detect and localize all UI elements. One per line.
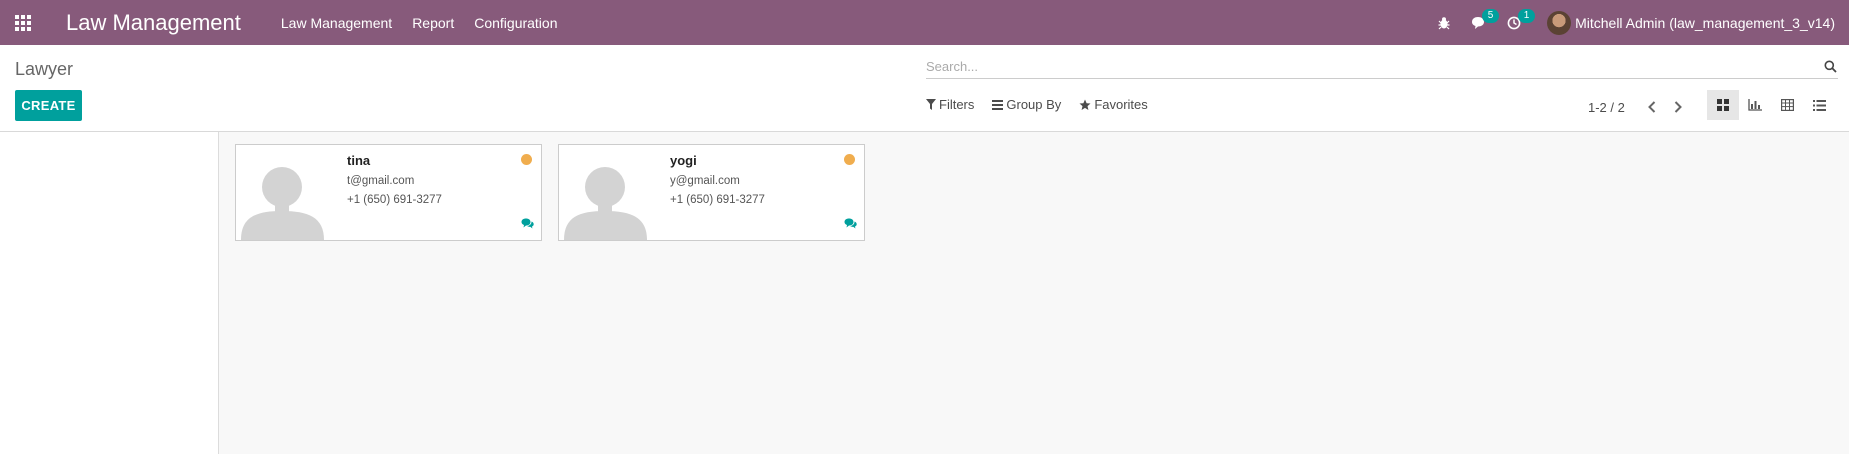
kanban-view-icon[interactable] <box>1707 90 1739 120</box>
view-switcher <box>1707 90 1835 120</box>
search-input[interactable] <box>926 59 1822 74</box>
filters-button[interactable]: Filters <box>926 97 974 112</box>
star-icon <box>1079 99 1091 111</box>
apps-menu-icon[interactable] <box>0 0 46 45</box>
bars-icon <box>992 99 1004 110</box>
kanban-card-lawyer[interactable]: tina t@gmail.com +1 (650) 691-3277 <box>235 144 542 241</box>
search-panel <box>0 132 219 454</box>
activity-menu[interactable]: 1 <box>1507 8 1536 30</box>
status-dot[interactable] <box>844 154 855 165</box>
systray: 5 1 Mitchell Admin (law_management_3_v14… <box>1427 0 1849 45</box>
menu-law-management[interactable]: Law Management <box>281 15 392 31</box>
list-view-icon[interactable] <box>1803 90 1835 120</box>
lawyer-name: yogi <box>670 153 697 168</box>
graph-view-icon[interactable] <box>1739 90 1771 120</box>
status-dot[interactable] <box>521 154 532 165</box>
placeholder-avatar-image <box>559 145 660 240</box>
pager-next-icon[interactable] <box>1665 97 1691 117</box>
page-title: Lawyer <box>15 59 74 79</box>
control-panel: Lawyer CREATE Filters Group By Favorites… <box>0 45 1849 132</box>
lawyer-phone: +1 (650) 691-3277 <box>347 194 442 206</box>
app-brand[interactable]: Law Management <box>66 10 241 36</box>
chat-icon[interactable] <box>521 218 534 229</box>
lawyer-email: y@gmail.com <box>670 175 740 187</box>
user-avatar <box>1547 10 1572 35</box>
group-by-label: Group By <box>1006 97 1062 112</box>
menu-report[interactable]: Report <box>412 15 454 31</box>
user-name: Mitchell Admin (law_management_3_v14) <box>1575 14 1835 31</box>
user-menu[interactable]: Mitchell Admin (law_management_3_v14) <box>1547 10 1835 35</box>
lawyer-email: t@gmail.com <box>347 175 415 187</box>
filters-label: Filters <box>939 97 975 112</box>
menu-configuration[interactable]: Configuration <box>474 15 557 31</box>
messaging-menu[interactable]: 5 <box>1471 8 1500 30</box>
lawyer-phone: +1 (650) 691-3277 <box>670 194 765 206</box>
placeholder-avatar-image <box>236 145 337 240</box>
create-button[interactable]: CREATE <box>15 90 82 121</box>
top-navbar: Law Management Law Management Report Con… <box>0 0 1849 45</box>
favorites-button[interactable]: Favorites <box>1079 97 1148 112</box>
pager: 1-2 / 2 <box>1588 97 1691 117</box>
pivot-view-icon[interactable] <box>1771 90 1803 120</box>
kanban-view: tina t@gmail.com +1 (650) 691-3277 yogi … <box>219 132 1849 454</box>
chat-icon[interactable] <box>844 218 857 229</box>
kanban-card-lawyer[interactable]: yogi y@gmail.com +1 (650) 691-3277 <box>558 144 865 241</box>
search-bar <box>926 55 1838 79</box>
pager-value[interactable]: 1-2 / 2 <box>1588 100 1625 115</box>
activities-count-badge: 1 <box>1518 8 1536 23</box>
funnel-icon <box>926 99 936 110</box>
search-options: Filters Group By Favorites <box>926 97 1166 112</box>
lawyer-name: tina <box>347 153 371 168</box>
pager-previous-icon[interactable] <box>1639 97 1665 117</box>
messages-count-badge: 5 <box>1482 8 1500 23</box>
favorites-label: Favorites <box>1094 97 1148 112</box>
search-icon[interactable] <box>1822 59 1838 75</box>
group-by-button[interactable]: Group By <box>992 97 1061 112</box>
debug-bug-icon[interactable] <box>1437 16 1451 30</box>
